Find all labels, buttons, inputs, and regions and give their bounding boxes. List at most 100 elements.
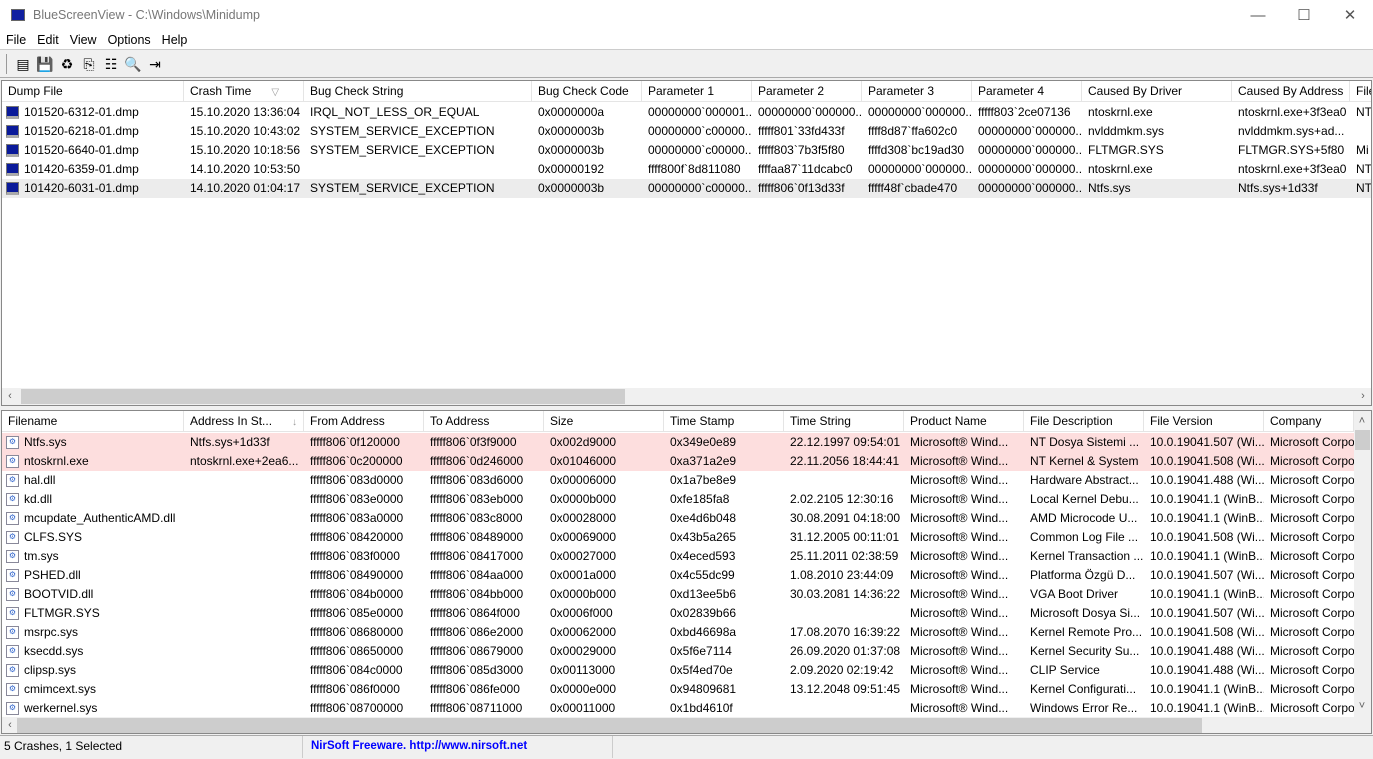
column-header-parameter-1[interactable]: Parameter 1	[642, 81, 752, 102]
cell-text: kd.dll	[24, 492, 53, 506]
table-row[interactable]: ⚙ CLFS.SYS fffff806`08420000 fffff806`08489…	[2, 528, 1354, 547]
table-row[interactable]: 101520-6312-01.dmp 15.10.2020 13:36:04 IRQ…	[2, 103, 1371, 122]
close-button[interactable]: ✕	[1327, 0, 1373, 30]
table-row[interactable]: 101520-6640-01.dmp 15.10.2020 10:18:56 SYS…	[2, 141, 1371, 160]
cell-text: BOOTVID.dll	[24, 587, 94, 601]
cell: fffff806`0864f000	[424, 604, 544, 623]
table-row[interactable]: ⚙ PSHED.dll fffff806`08490000 fffff806`084a…	[2, 566, 1354, 585]
table-row[interactable]: ⚙ hal.dll fffff806`083d0000 fffff806`083d60…	[2, 471, 1354, 490]
column-header-time-stamp[interactable]: Time Stamp	[664, 411, 784, 432]
column-header-parameter-3[interactable]: Parameter 3	[862, 81, 972, 102]
menu-file[interactable]: File	[1, 33, 31, 47]
column-header-parameter-4[interactable]: Parameter 4	[972, 81, 1082, 102]
driver-list-vscrollbar[interactable]: ˄ ˅	[1354, 411, 1371, 717]
cell-text: ntoskrnl.exe	[1088, 105, 1153, 119]
minimize-button[interactable]: —	[1235, 0, 1281, 30]
cell: FLTMGR.SYS+5f80	[1232, 141, 1350, 160]
scroll-thumb[interactable]	[17, 718, 1202, 733]
column-header-dump-file[interactable]: Dump File	[2, 81, 184, 102]
cell: 10.0.19041.507 (Wi...	[1144, 604, 1264, 623]
properties-icon[interactable]: ☷	[100, 53, 122, 75]
table-row[interactable]: 101420-6031-01.dmp 14.10.2020 01:04:17 SYS…	[2, 179, 1371, 198]
cell: Hardware Abstract...	[1024, 471, 1144, 490]
column-header-parameter-2[interactable]: Parameter 2	[752, 81, 862, 102]
menu-help[interactable]: Help	[157, 33, 193, 47]
table-row[interactable]: ⚙ mcupdate_AuthenticAMD.dll fffff806`083a0…	[2, 509, 1354, 528]
column-header-product-name[interactable]: Product Name	[904, 411, 1024, 432]
table-row[interactable]: ⚙ BOOTVID.dll fffff806`084b0000 fffff806`08…	[2, 585, 1354, 604]
cell: ⚙ PSHED.dll	[2, 566, 184, 585]
cell-text: Kernel Transaction ...	[1030, 549, 1144, 563]
scroll-left-arrow-icon[interactable]: ‹	[2, 717, 18, 733]
table-row[interactable]: ⚙ Ntfs.sys Ntfs.sys+1d33f fffff806`0f120000…	[2, 433, 1354, 452]
column-header-size[interactable]: Size	[544, 411, 664, 432]
menu-options[interactable]: Options	[103, 33, 156, 47]
scroll-left-arrow-icon[interactable]: ‹	[2, 388, 18, 405]
crash-list-header: Dump File Crash Time ▽ Bug Check String Bug …	[2, 81, 1371, 102]
driver-file-icon: ⚙	[6, 531, 19, 544]
scroll-thumb[interactable]	[21, 389, 625, 404]
table-row[interactable]: ⚙ tm.sys fffff806`083f0000 fffff806`0841700…	[2, 547, 1354, 566]
find-icon[interactable]: 🔍	[122, 53, 144, 75]
cell: fffff806`083c8000	[424, 509, 544, 528]
cell: 30.03.2081 14:36:22	[784, 585, 904, 604]
column-header-bug-check-string[interactable]: Bug Check String	[304, 81, 532, 102]
column-header-crash-time[interactable]: Crash Time ▽	[184, 81, 304, 102]
table-row[interactable]: ⚙ msrpc.sys fffff806`08680000 fffff806`086e…	[2, 623, 1354, 642]
cell: 00000000`000000...	[972, 141, 1082, 160]
column-header-company[interactable]: Company	[1264, 411, 1354, 432]
column-header-caused-by-driver[interactable]: Caused By Driver	[1082, 81, 1232, 102]
column-header-caused-by-address[interactable]: Caused By Address	[1232, 81, 1350, 102]
nirsoft-link[interactable]: NirSoft Freeware. http://www.nirsoft.net	[303, 736, 613, 758]
cell-text: 0x0001a000	[550, 568, 617, 582]
status-empty	[613, 736, 1373, 758]
exit-icon[interactable]: ⇥	[144, 53, 166, 75]
driver-list-hscrollbar[interactable]: ‹	[2, 717, 1371, 733]
scroll-down-arrow-icon[interactable]: ˅	[1354, 698, 1370, 715]
table-row[interactable]: ⚙ cmimcext.sys fffff806`086f0000 fffff806`0…	[2, 680, 1354, 699]
maximize-button[interactable]: ☐	[1281, 0, 1327, 30]
column-header-from-address[interactable]: From Address	[304, 411, 424, 432]
column-label: Parameter 2	[758, 84, 825, 98]
column-label: Parameter 4	[978, 84, 1045, 98]
scroll-thumb[interactable]	[1355, 430, 1370, 450]
driver-list[interactable]: Filename Address In St... ↓ From Address To …	[1, 410, 1372, 734]
menu-view[interactable]: View	[65, 33, 102, 47]
column-header-file-version[interactable]: File Version	[1144, 411, 1264, 432]
cell	[184, 623, 304, 642]
crash-list-hscrollbar[interactable]: ‹ ›	[2, 388, 1371, 405]
column-header-filename[interactable]: Filename	[2, 411, 184, 432]
table-row[interactable]: 101420-6359-01.dmp 14.10.2020 10:53:50 0x0…	[2, 160, 1371, 179]
scroll-up-arrow-icon[interactable]: ˄	[1354, 413, 1370, 430]
cell-text: fffff806`086e2000	[430, 625, 524, 639]
refresh-icon[interactable]: ♻	[56, 53, 78, 75]
scroll-right-arrow-icon[interactable]: ›	[1355, 388, 1371, 405]
column-header-time-string[interactable]: Time String	[784, 411, 904, 432]
table-row[interactable]: ⚙ ksecdd.sys fffff806`08650000 fffff806`086…	[2, 642, 1354, 661]
table-row[interactable]: ⚙ kd.dll fffff806`083e0000 fffff806`083eb00…	[2, 490, 1354, 509]
cell-text: Microsoft Corpo	[1270, 435, 1354, 449]
column-header-file-description[interactable]: File Description	[1024, 411, 1144, 432]
html-report-icon[interactable]: ▤	[12, 53, 34, 75]
cell-text: Common Log File ...	[1030, 530, 1139, 544]
table-row[interactable]: ⚙ werkernel.sys fffff806`08700000 fffff806`…	[2, 699, 1354, 718]
cell: 0x00069000	[544, 528, 664, 547]
menu-edit[interactable]: Edit	[32, 33, 64, 47]
cell-text: 101520-6218-01.dmp	[24, 124, 139, 138]
column-header-file[interactable]: File	[1350, 81, 1371, 102]
column-header-to-address[interactable]: To Address	[424, 411, 544, 432]
cell: AMD Microcode U...	[1024, 509, 1144, 528]
crash-list[interactable]: Dump File Crash Time ▽ Bug Check String Bug …	[1, 80, 1372, 406]
cell: 0x4c55dc99	[664, 566, 784, 585]
cell-text: fffff806`08490000	[310, 568, 404, 582]
cell: Microsoft Corpo	[1264, 528, 1354, 547]
save-icon[interactable]: 💾	[34, 53, 56, 75]
column-header-bug-check-code[interactable]: Bug Check Code	[532, 81, 642, 102]
copy-icon[interactable]: ⎘	[78, 53, 100, 75]
table-row[interactable]: ⚙ FLTMGR.SYS fffff806`085e0000 fffff806`086…	[2, 604, 1354, 623]
table-row[interactable]: ⚙ clipsp.sys fffff806`084c0000 fffff806`085…	[2, 661, 1354, 680]
table-row[interactable]: ⚙ ntoskrnl.exe ntoskrnl.exe+2ea6... fffff80…	[2, 452, 1354, 471]
column-header-address-in-st[interactable]: Address In St... ↓	[184, 411, 304, 432]
table-row[interactable]: 101520-6218-01.dmp 15.10.2020 10:43:02 SYS…	[2, 122, 1371, 141]
cell: Microsoft Corpo	[1264, 471, 1354, 490]
